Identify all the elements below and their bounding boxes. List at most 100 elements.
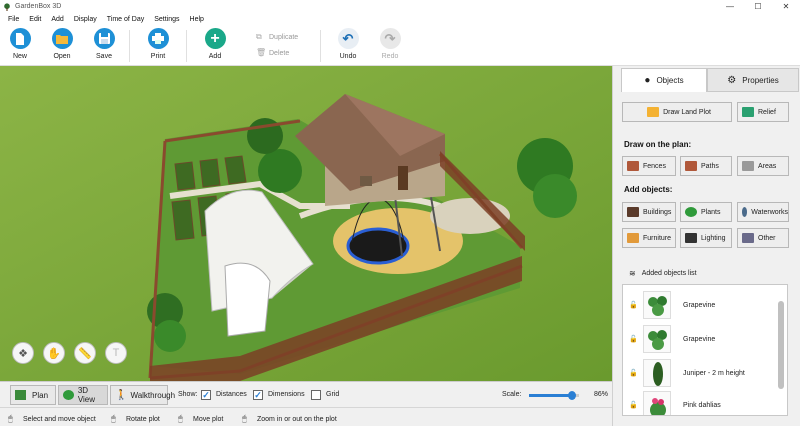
toolbar: New Open Save Print + Add ⧉ Duplicate 🗑 … xyxy=(0,26,800,66)
lamp-icon xyxy=(685,233,697,243)
minimize-button[interactable]: — xyxy=(716,0,744,13)
plan-view-button[interactable]: Plan xyxy=(10,385,56,405)
tab-objects[interactable]: ● Objects xyxy=(621,68,707,92)
walking-person-icon: 🚶 xyxy=(115,389,128,401)
building-icon xyxy=(627,207,639,217)
open-button[interactable]: Open xyxy=(45,28,79,64)
mouse-scroll-icon: 🖱 xyxy=(242,414,247,423)
lock-icon[interactable]: 🔓 xyxy=(629,369,638,377)
buildings-button[interactable]: Buildings xyxy=(622,202,676,222)
furniture-button[interactable]: Furniture xyxy=(622,228,676,248)
status-bar: 🖱 Select and move object 🖱 Rotate plot 🖱… xyxy=(0,407,612,426)
status-select: 🖱 Select and move object xyxy=(8,414,96,424)
app-logo-icon xyxy=(4,2,10,11)
relief-button[interactable]: Relief xyxy=(737,102,789,122)
dimensions-label: Dimensions xyxy=(268,391,305,398)
status-move-label: Move plot xyxy=(193,415,224,423)
walkthrough-button[interactable]: 🚶 Walkthrough xyxy=(110,385,175,405)
save-button[interactable]: Save xyxy=(87,28,121,64)
print-label: Print xyxy=(150,53,166,60)
other-button[interactable]: Other xyxy=(737,228,789,248)
menu-time-of-day[interactable]: Time of Day xyxy=(102,16,149,23)
hand-pan-icon[interactable]: ✋ xyxy=(43,342,65,364)
list-item[interactable]: 🔓 Grapevine xyxy=(623,323,783,355)
tree-icon xyxy=(685,207,697,217)
layers-tool-icon[interactable]: ❖ xyxy=(12,342,34,364)
close-button[interactable]: ✕ xyxy=(772,0,800,13)
dimensions-checkbox[interactable]: ✓ xyxy=(253,390,263,400)
scrollbar-thumb[interactable] xyxy=(778,301,784,389)
gear-icon: ⚙ xyxy=(727,74,737,86)
menu-edit[interactable]: Edit xyxy=(24,16,46,23)
print-button[interactable]: Print xyxy=(141,28,175,64)
mountain-icon xyxy=(742,107,754,117)
menu-file[interactable]: File xyxy=(3,16,24,23)
list-item[interactable]: 🔓 Juniper - 2 m height xyxy=(623,357,783,389)
menu-add[interactable]: Add xyxy=(46,16,68,23)
menu-help[interactable]: Help xyxy=(185,16,209,23)
garden-3d-viewport[interactable]: ❖ ✋ 📏 T xyxy=(0,66,612,381)
areas-label: Areas xyxy=(758,162,777,170)
scale-slider[interactable] xyxy=(529,391,579,400)
delete-button[interactable]: 🗑 Delete xyxy=(256,48,289,58)
new-button[interactable]: New xyxy=(3,28,37,64)
plants-button[interactable]: Plants xyxy=(680,202,732,222)
printer-icon xyxy=(147,28,169,49)
lock-icon[interactable]: 🔓 xyxy=(629,301,638,309)
undo-button[interactable]: ↶ Undo xyxy=(331,28,365,64)
status-rotate: 🖱 Rotate plot xyxy=(111,414,160,424)
status-zoom: 🖱 Zoom in or out on the plot xyxy=(242,414,337,424)
window-title: GardenBox 3D xyxy=(15,3,62,10)
draw-land-plot-button[interactable]: Draw Land Plot xyxy=(622,102,732,122)
fences-button[interactable]: Fences xyxy=(622,156,676,176)
list-item[interactable]: 🔓 Grapevine xyxy=(623,289,783,321)
areas-button[interactable]: Areas xyxy=(737,156,789,176)
list-scrollbar[interactable] xyxy=(778,287,784,415)
waterworks-button[interactable]: Waterworks xyxy=(737,202,789,222)
lighting-button[interactable]: Lighting xyxy=(680,228,732,248)
walkthrough-label: Walkthrough xyxy=(130,390,176,400)
duplicate-label: Duplicate xyxy=(269,33,299,41)
path-icon xyxy=(685,161,697,171)
scale-slider-handle[interactable] xyxy=(568,391,576,400)
lock-icon[interactable]: 🔓 xyxy=(629,335,638,343)
objects-icon: ● xyxy=(644,75,651,86)
new-label: New xyxy=(12,53,27,60)
status-move: 🖱 Move plot xyxy=(178,414,223,424)
maximize-button[interactable]: ☐ xyxy=(744,0,772,13)
redo-button[interactable]: ↷ Redo xyxy=(373,28,407,64)
other-icon xyxy=(742,233,754,243)
redo-icon: ↷ xyxy=(379,28,401,49)
3d-view-button[interactable]: 3D View xyxy=(58,385,108,405)
list-item-label: Pink dahlias xyxy=(683,401,721,409)
tab-properties[interactable]: ⚙ Properties xyxy=(707,68,799,92)
3d-view-icon xyxy=(63,390,74,400)
ruler-icon[interactable]: 📏 xyxy=(74,342,96,364)
dahlias-thumbnail xyxy=(643,391,671,415)
menu-settings[interactable]: Settings xyxy=(149,16,184,23)
scale-slider-fill xyxy=(529,394,572,397)
grid-checkbox[interactable] xyxy=(311,390,321,400)
add-button[interactable]: + Add xyxy=(198,28,232,64)
paths-button[interactable]: Paths xyxy=(680,156,732,176)
tab-properties-label: Properties xyxy=(742,75,779,85)
menu-display[interactable]: Display xyxy=(69,16,102,23)
lock-icon[interactable]: 🔓 xyxy=(629,401,638,409)
list-item[interactable]: 🔓 Pink dahlias xyxy=(623,389,783,415)
waterworks-label: Waterworks xyxy=(751,208,788,216)
added-objects-title: Added objects list xyxy=(641,270,697,277)
other-label: Other xyxy=(758,234,776,242)
text-tool-icon[interactable]: T xyxy=(105,342,127,364)
furniture-label: Furniture xyxy=(643,234,672,242)
duplicate-button[interactable]: ⧉ Duplicate xyxy=(256,32,298,42)
plants-label: Plants xyxy=(701,208,721,216)
distances-checkbox[interactable]: ✓ xyxy=(201,390,211,400)
plan-icon xyxy=(15,390,26,400)
status-rotate-label: Rotate plot xyxy=(126,415,160,423)
undo-icon: ↶ xyxy=(337,28,359,49)
list-item-label: Grapevine xyxy=(683,335,716,343)
redo-label: Redo xyxy=(381,53,399,60)
fence-icon xyxy=(627,161,639,171)
area-icon xyxy=(742,161,754,171)
grapevine-thumbnail xyxy=(643,291,671,319)
